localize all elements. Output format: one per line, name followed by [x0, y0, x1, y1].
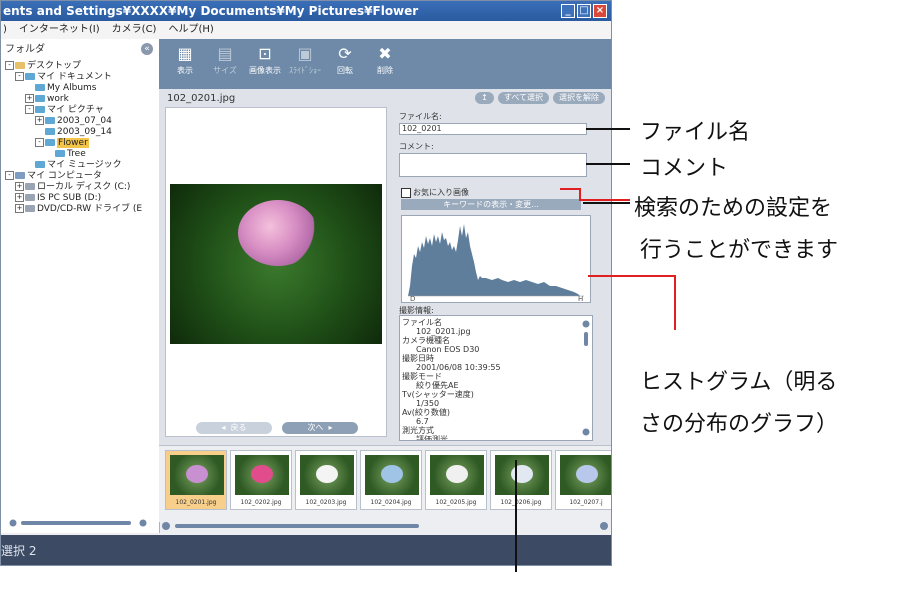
annotation-search-line2: 行うことができます	[640, 238, 839, 263]
annotation-hist-line1: ヒストグラム（明る	[640, 370, 838, 395]
annotation-lines	[515, 128, 676, 572]
annotation-hist-line2: さの分布のグラフ）	[640, 412, 839, 437]
annotation-comment: コメント	[640, 156, 729, 181]
annotation-filename: ファイル名	[640, 120, 751, 145]
annotation-search-line1: 検索のための設定を	[634, 196, 833, 221]
